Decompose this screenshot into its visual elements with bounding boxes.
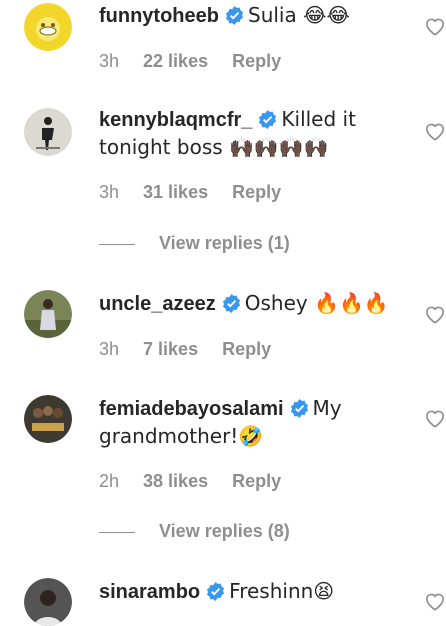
avatar[interactable] — [24, 395, 72, 443]
username[interactable]: sinarambo — [99, 581, 200, 603]
verified-badge-icon — [222, 294, 240, 313]
view-replies-label: View replies (8) — [159, 521, 290, 541]
verified-badge-icon — [259, 110, 277, 129]
heart-icon[interactable] — [424, 591, 446, 611]
heart-icon[interactable] — [424, 121, 446, 141]
comment-body: uncle_azeez Oshey 🔥🔥🔥 — [99, 290, 399, 318]
comment-time: 3h — [99, 339, 120, 359]
avatar[interactable] — [24, 108, 72, 156]
reply-button[interactable]: Reply — [232, 51, 281, 71]
comment-text: Oshey 🔥🔥🔥 — [244, 291, 389, 315]
comment-body: kennyblaqmcfr_ Killed it tonight boss 🙌🏿🙌… — [99, 106, 399, 162]
view-replies-label: View replies (1) — [159, 233, 290, 253]
avatar[interactable] — [24, 578, 72, 626]
reply-button[interactable]: Reply — [232, 471, 281, 491]
username[interactable]: femiadebayosalami — [99, 398, 284, 420]
comment-time: 3h — [99, 182, 120, 202]
reply-button[interactable]: Reply — [222, 339, 271, 359]
avatar[interactable] — [24, 3, 72, 51]
comment-text: Freshinn😫 — [229, 579, 335, 603]
reply-button[interactable]: Reply — [232, 182, 281, 202]
verified-badge-icon — [207, 582, 225, 601]
comment-body: funnytoheeb Sulia 😂😂 — [99, 2, 399, 30]
divider-line — [99, 243, 135, 245]
comment-meta: 2h 38 likes Reply — [99, 471, 305, 492]
username[interactable]: uncle_azeez — [99, 293, 216, 315]
likes-count[interactable]: 7 likes — [143, 339, 198, 359]
heart-icon[interactable] — [424, 16, 446, 36]
divider-line — [99, 531, 135, 533]
likes-count[interactable]: 31 likes — [143, 182, 208, 202]
heart-icon[interactable] — [424, 304, 446, 324]
likes-count[interactable]: 38 likes — [143, 471, 208, 491]
verified-badge-icon — [290, 399, 308, 418]
comment-meta: 3h 31 likes Reply — [99, 182, 305, 203]
comment-time: 2h — [99, 471, 120, 491]
comment-text: Sulia 😂😂 — [248, 3, 350, 27]
comment-meta: 3h 22 likes Reply — [99, 51, 305, 72]
comment-meta: 3h 7 likes Reply — [99, 339, 295, 360]
username[interactable]: funnytoheeb — [99, 5, 219, 27]
verified-badge-icon — [225, 6, 244, 25]
avatar[interactable] — [24, 290, 72, 338]
heart-icon[interactable] — [424, 408, 446, 428]
view-replies-button[interactable]: View replies (8) — [99, 521, 290, 542]
comment-time: 3h — [99, 51, 120, 71]
comment-body: femiadebayosalami My grandmother!🤣 — [99, 395, 399, 451]
view-replies-button[interactable]: View replies (1) — [99, 233, 290, 254]
comment-body: sinarambo Freshinn😫 — [99, 578, 399, 606]
likes-count[interactable]: 22 likes — [143, 51, 208, 71]
username[interactable]: kennyblaqmcfr_ — [99, 109, 252, 131]
